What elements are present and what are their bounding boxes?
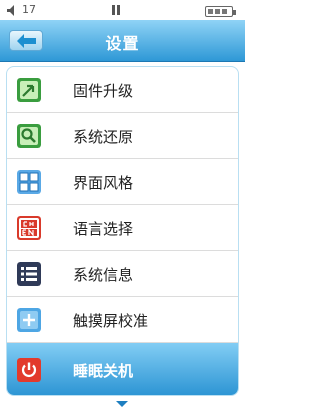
menu-item-label: 固件升级 (73, 82, 134, 100)
volume-level: 17 (22, 3, 36, 16)
battery-icon (205, 6, 236, 17)
menu-item-language-select[interactable]: 语言选择 (7, 205, 238, 251)
menu-item-label: 语言选择 (73, 220, 134, 238)
menu-item-sleep-shutdown[interactable]: 睡眠关机 (7, 343, 238, 395)
interface-style-icon (17, 170, 41, 194)
page-title: 设置 (105, 34, 140, 53)
menu-item-firmware-upgrade[interactable]: 固件升级 (7, 67, 238, 113)
touchscreen-calibration-icon (17, 308, 41, 332)
status-bar: 17 (0, 0, 245, 20)
title-bar: 设置 (0, 20, 245, 62)
menu-item-label: 系统信息 (73, 266, 134, 284)
menu-item-label: 触摸屏校准 (73, 312, 149, 330)
power-icon (17, 358, 41, 382)
speaker-icon (7, 5, 14, 16)
menu-item-label: 界面风格 (73, 174, 134, 192)
menu-item-label: 睡眠关机 (73, 362, 134, 380)
pause-icon[interactable] (112, 5, 120, 15)
chevron-down-icon[interactable] (116, 401, 128, 407)
menu-item-touchscreen-calibration[interactable]: 触摸屏校准 (7, 297, 238, 343)
system-restore-icon (17, 124, 41, 148)
menu-item-system-restore[interactable]: 系统还原 (7, 113, 238, 159)
system-info-icon (17, 262, 41, 286)
settings-menu: 固件升级 系统还原 界面风格 语言选择 系统信息 触摸屏校准 睡眠关机 (6, 66, 239, 396)
menu-item-system-info[interactable]: 系统信息 (7, 251, 238, 297)
menu-item-interface-style[interactable]: 界面风格 (7, 159, 238, 205)
firmware-upgrade-icon (17, 78, 41, 102)
menu-item-label: 系统还原 (73, 128, 134, 146)
language-select-icon (17, 216, 41, 240)
